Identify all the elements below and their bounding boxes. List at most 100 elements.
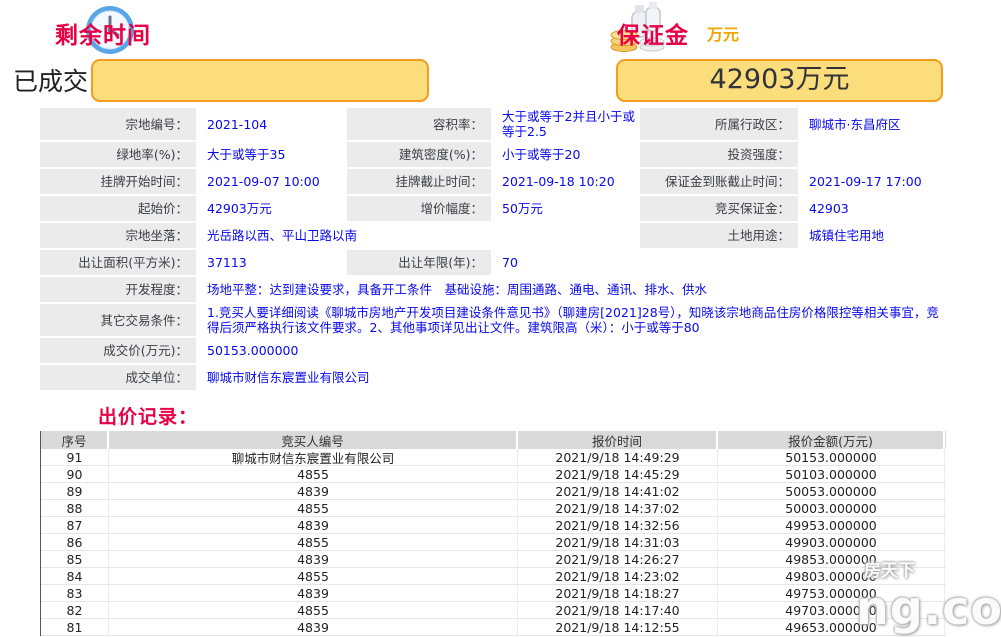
field-value: 42903 bbox=[800, 196, 946, 221]
bid-no: 82 bbox=[41, 602, 109, 618]
bid-bidder: 4839 bbox=[109, 585, 518, 601]
field-label: 成交价(万元)： bbox=[40, 338, 196, 363]
bid-row: 86 4855 2021/9/18 14:31:03 49903.000000 bbox=[41, 534, 946, 551]
bid-bidder: 4839 bbox=[109, 517, 518, 533]
field-value: 2021-09-18 10:20 bbox=[493, 169, 638, 194]
bid-amount: 50103.000000 bbox=[718, 466, 945, 482]
bid-row: 83 4839 2021/9/18 14:18:27 49753.000000 bbox=[41, 585, 946, 602]
bid-time: 2021/9/18 14:32:56 bbox=[518, 517, 718, 533]
field-label: 其它交易条件： bbox=[40, 304, 196, 336]
bid-bidder: 4855 bbox=[109, 534, 518, 550]
field-label: 出让年限(年)： bbox=[347, 250, 491, 275]
bid-row: 88 4855 2021/9/18 14:37:02 50003.000000 bbox=[41, 500, 946, 517]
bid-bidder: 4855 bbox=[109, 500, 518, 516]
bid-time: 2021/9/18 14:18:27 bbox=[518, 585, 718, 601]
top-banner: 剩余时间 保证金 万元 已成交 42903万元 bbox=[0, 0, 1001, 108]
deposit-label: 保证金 bbox=[617, 16, 689, 50]
field-label: 起始价： bbox=[40, 196, 196, 221]
column-header-no: 序号 bbox=[41, 431, 109, 449]
field-label: 成交单位： bbox=[40, 365, 196, 390]
bid-row: 81 4839 2021/9/18 14:12:55 49653.000000 bbox=[41, 619, 946, 636]
info-row-location: 宗地坐落： 光岳路以西、平山卫路以南 土地用途： 城镇住宅用地 bbox=[40, 223, 946, 248]
bid-row: 90 4855 2021/9/18 14:45:29 50103.000000 bbox=[41, 466, 946, 483]
field-value: 42903万元 bbox=[198, 196, 345, 221]
bid-time: 2021/9/18 14:17:40 bbox=[518, 602, 718, 618]
bid-time: 2021/9/18 14:26:27 bbox=[518, 551, 718, 567]
land-auction-page: 剩余时间 保证金 万元 已成交 42903万元 宗地编号： 2021-104 bbox=[0, 0, 1001, 637]
bid-row: 87 4839 2021/9/18 14:32:56 49953.000000 bbox=[41, 517, 946, 534]
info-row-listing-time: 挂牌开始时间： 2021-09-07 10:00 挂牌截止时间： 2021-09… bbox=[40, 169, 946, 194]
bid-time: 2021/9/18 14:45:29 bbox=[518, 466, 718, 482]
field-value: 聊城市财信东宸置业有限公司 bbox=[198, 365, 946, 390]
bid-bidder: 4855 bbox=[109, 568, 518, 584]
bid-time: 2021/9/18 14:49:29 bbox=[518, 449, 718, 465]
bid-amount: 50053.000000 bbox=[718, 483, 945, 499]
field-label: 竞买保证金： bbox=[640, 196, 798, 221]
bid-amount: 49953.000000 bbox=[718, 517, 945, 533]
field-label: 出让面积(平方米)： bbox=[40, 250, 196, 275]
field-value: 50153.000000 bbox=[198, 338, 946, 363]
info-row-area: 出让面积(平方米)： 37113 出让年限(年)： 70 bbox=[40, 250, 946, 275]
bid-amount: 49803.000000 bbox=[718, 568, 945, 584]
bid-row: 89 4839 2021/9/18 14:41:02 50053.000000 bbox=[41, 483, 946, 500]
bid-row: 84 4855 2021/9/18 14:23:02 49803.000000 bbox=[41, 568, 946, 585]
parcel-info-table: 宗地编号： 2021-104 容积率： 大于或等于2并且小于或等于2.5 所属行… bbox=[40, 108, 946, 392]
column-header-amount: 报价金额(万元) bbox=[718, 431, 945, 449]
field-value: 光岳路以西、平山卫路以南 bbox=[198, 223, 638, 248]
field-value: 1.竞买人要详细阅读《聊城市房地产开发项目建设条件意见书》（聊建房[2021]2… bbox=[198, 304, 946, 336]
column-header-bidder: 竞买人编号 bbox=[109, 431, 518, 449]
bid-table-header: 序号 竞买人编号 报价时间 报价金额(万元) bbox=[41, 431, 946, 449]
bid-row: 91 聊城市财信东宸置业有限公司 2021/9/18 14:49:29 5015… bbox=[41, 449, 946, 466]
info-row-parcel-number: 宗地编号： 2021-104 容积率： 大于或等于2并且小于或等于2.5 所属行… bbox=[40, 108, 946, 140]
info-row-green-rate: 绿地率(%)： 大于或等于35 建筑密度(%)： 小于或等于20 投资强度： bbox=[40, 142, 946, 167]
bid-no: 81 bbox=[41, 619, 109, 635]
field-value: 大于或等于2并且小于或等于2.5 bbox=[493, 108, 638, 140]
bid-no: 85 bbox=[41, 551, 109, 567]
field-label: 所属行政区： bbox=[640, 108, 798, 140]
field-value: 2021-09-07 10:00 bbox=[198, 169, 345, 194]
field-label: 土地用途： bbox=[640, 223, 798, 248]
field-value: 37113 bbox=[198, 250, 345, 275]
field-label: 投资强度： bbox=[640, 142, 798, 167]
countdown-timer-box bbox=[91, 59, 429, 102]
bid-no: 89 bbox=[41, 483, 109, 499]
bid-no: 90 bbox=[41, 466, 109, 482]
field-label: 挂牌开始时间： bbox=[40, 169, 196, 194]
field-value: 50万元 bbox=[493, 196, 638, 221]
bid-no: 91 bbox=[41, 449, 109, 465]
field-label: 绿地率(%)： bbox=[40, 142, 196, 167]
bid-no: 86 bbox=[41, 534, 109, 550]
bid-amount: 49703.000000 bbox=[718, 602, 945, 618]
bid-no: 84 bbox=[41, 568, 109, 584]
field-value: 大于或等于35 bbox=[198, 142, 345, 167]
field-value: 聊城市·东昌府区 bbox=[800, 108, 946, 140]
bid-time: 2021/9/18 14:37:02 bbox=[518, 500, 718, 516]
info-row-development: 开发程度： 场地平整：达到建设要求，具备开工条件 基础设施：周围通路、通电、通讯… bbox=[40, 277, 946, 302]
bid-amount: 50153.000000 bbox=[718, 449, 945, 465]
bid-amount: 49903.000000 bbox=[718, 534, 945, 550]
bid-time: 2021/9/18 14:23:02 bbox=[518, 568, 718, 584]
field-label: 挂牌截止时间： bbox=[347, 169, 491, 194]
field-label: 宗地坐落： bbox=[40, 223, 196, 248]
field-label: 建筑密度(%)： bbox=[347, 142, 491, 167]
bid-time: 2021/9/18 14:31:03 bbox=[518, 534, 718, 550]
bid-bidder: 4839 bbox=[109, 483, 518, 499]
bid-no: 88 bbox=[41, 500, 109, 516]
bid-bidder: 4855 bbox=[109, 466, 518, 482]
field-value: 70 bbox=[493, 250, 638, 275]
column-header-time: 报价时间 bbox=[518, 431, 718, 449]
info-row-deal-winner: 成交单位： 聊城市财信东宸置业有限公司 bbox=[40, 365, 946, 390]
bid-bidder: 4855 bbox=[109, 602, 518, 618]
bid-time: 2021/9/18 14:12:55 bbox=[518, 619, 718, 635]
info-row-deal-price: 成交价(万元)： 50153.000000 bbox=[40, 338, 946, 363]
field-value bbox=[800, 142, 946, 167]
bid-records-title: 出价记录： bbox=[98, 402, 198, 429]
field-value: 场地平整：达到建设要求，具备开工条件 基础设施：周围通路、通电、通讯、排水、供水 bbox=[198, 277, 946, 302]
bid-row: 82 4855 2021/9/18 14:17:40 49703.000000 bbox=[41, 602, 946, 619]
field-label: 开发程度： bbox=[40, 277, 196, 302]
bid-amount: 50003.000000 bbox=[718, 500, 945, 516]
bid-records-table: 序号 竞买人编号 报价时间 报价金额(万元) 91 聊城市财信东宸置业有限公司 … bbox=[40, 431, 946, 636]
bid-no: 83 bbox=[41, 585, 109, 601]
field-label: 保证金到账截止时间： bbox=[640, 169, 798, 194]
field-value: 小于或等于20 bbox=[493, 142, 638, 167]
